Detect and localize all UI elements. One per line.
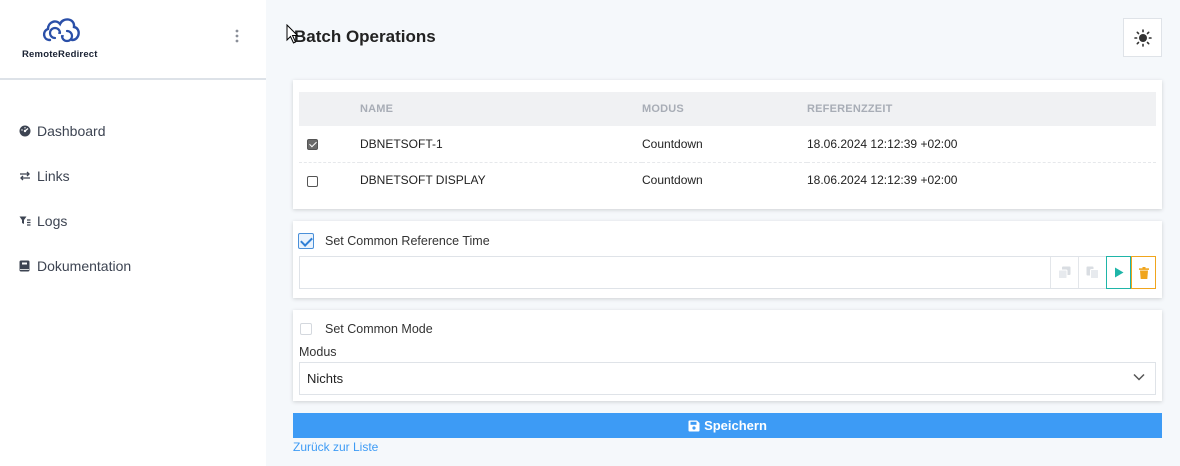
- dashboard-icon: [18, 124, 31, 137]
- row-referenzzeit: 18.06.2024 12:12:39 +02:00: [807, 126, 1156, 163]
- brand-header: RemoteRedirect: [0, 0, 266, 80]
- sidebar: RemoteRedirect Dashboard Links Logs Doku…: [0, 0, 266, 466]
- table-row[interactable]: DBNETSOFT-1 Countdown 18.06.2024 12:12:3…: [299, 126, 1156, 163]
- book-icon: [18, 259, 31, 272]
- table-header-row: NAME MODUS REFERENZZEIT: [299, 92, 1156, 126]
- paste-time-button[interactable]: [1078, 257, 1106, 288]
- app-logo[interactable]: RemoteRedirect: [22, 14, 104, 60]
- column-header-referenzzeit[interactable]: REFERENZZEIT: [807, 92, 1156, 126]
- save-button-label: Speichern: [704, 418, 767, 433]
- modus-field-label: Modus: [299, 345, 337, 359]
- modus-select[interactable]: Nichts: [299, 362, 1156, 395]
- sidebar-item-links[interactable]: Links: [0, 153, 266, 198]
- reference-time-input[interactable]: [299, 256, 1156, 289]
- play-icon: [1114, 267, 1123, 278]
- set-reference-time-checkbox[interactable]: [298, 233, 314, 249]
- row-select-cell: [299, 162, 360, 198]
- row-checkbox[interactable]: [307, 139, 318, 151]
- column-header-name[interactable]: NAME: [360, 92, 642, 126]
- theme-toggle-button[interactable]: [1123, 18, 1162, 57]
- row-name: DBNETSOFT-1: [360, 126, 642, 163]
- select-column-header: [299, 92, 360, 126]
- page-title: Batch Operations: [294, 27, 436, 46]
- filter-list-icon: [18, 214, 31, 227]
- sidebar-item-dokumentation[interactable]: Dokumentation: [0, 243, 266, 288]
- mouse-cursor-icon: [286, 23, 300, 49]
- set-common-mode-checkbox[interactable]: [300, 323, 312, 335]
- reference-time-card: Set Common Reference Time: [293, 221, 1162, 298]
- sidebar-item-logs[interactable]: Logs: [0, 198, 266, 243]
- kebab-menu-icon[interactable]: [232, 29, 242, 45]
- sidebar-item-dashboard[interactable]: Dashboard: [0, 108, 266, 153]
- table-row[interactable]: DBNETSOFT DISPLAY Countdown 18.06.2024 1…: [299, 162, 1156, 198]
- sidebar-item-label: Links: [37, 167, 70, 184]
- row-name: DBNETSOFT DISPLAY: [360, 173, 486, 188]
- sidebar-item-label: Dashboard: [37, 122, 106, 139]
- row-modus: Countdown: [642, 173, 703, 188]
- selection-table-card: NAME MODUS REFERENZZEIT DBNETSOFT-1 Coun…: [293, 80, 1162, 209]
- cloud-logo-icon: [42, 18, 80, 43]
- chevron-down-icon: [1133, 373, 1145, 381]
- copy-time-button[interactable]: [1050, 257, 1078, 288]
- floppy-disk-icon: [688, 420, 700, 431]
- copy-icon: [1058, 266, 1071, 279]
- row-modus: Countdown: [642, 126, 807, 163]
- devices-table: NAME MODUS REFERENZZEIT DBNETSOFT-1 Coun…: [299, 92, 1156, 198]
- back-to-list-link[interactable]: Zurück zur Liste: [293, 440, 378, 454]
- save-button[interactable]: Speichern: [293, 413, 1162, 438]
- trash-icon: [1138, 266, 1149, 279]
- clear-time-button[interactable]: [1131, 256, 1156, 289]
- arrows-exchange-icon: [18, 169, 31, 182]
- set-reference-time-label[interactable]: Set Common Reference Time: [325, 234, 490, 248]
- common-mode-card: Set Common Mode Modus Nichts: [293, 310, 1162, 401]
- brand-name: RemoteRedirect: [22, 49, 98, 60]
- row-referenzzeit: 18.06.2024 12:12:39 +02:00: [807, 173, 958, 188]
- paste-icon: [1086, 266, 1099, 279]
- sidebar-nav: Dashboard Links Logs Dokumentation: [0, 108, 266, 288]
- modus-selected-value: Nichts: [307, 371, 344, 386]
- set-common-mode-label[interactable]: Set Common Mode: [325, 322, 433, 336]
- sidebar-item-label: Logs: [37, 212, 68, 229]
- sun-icon: [1133, 28, 1152, 47]
- sidebar-item-label: Dokumentation: [37, 257, 132, 274]
- row-checkbox[interactable]: [307, 175, 318, 187]
- column-header-modus[interactable]: MODUS: [642, 92, 807, 126]
- row-select-cell: [299, 126, 360, 163]
- apply-time-button[interactable]: [1106, 256, 1131, 289]
